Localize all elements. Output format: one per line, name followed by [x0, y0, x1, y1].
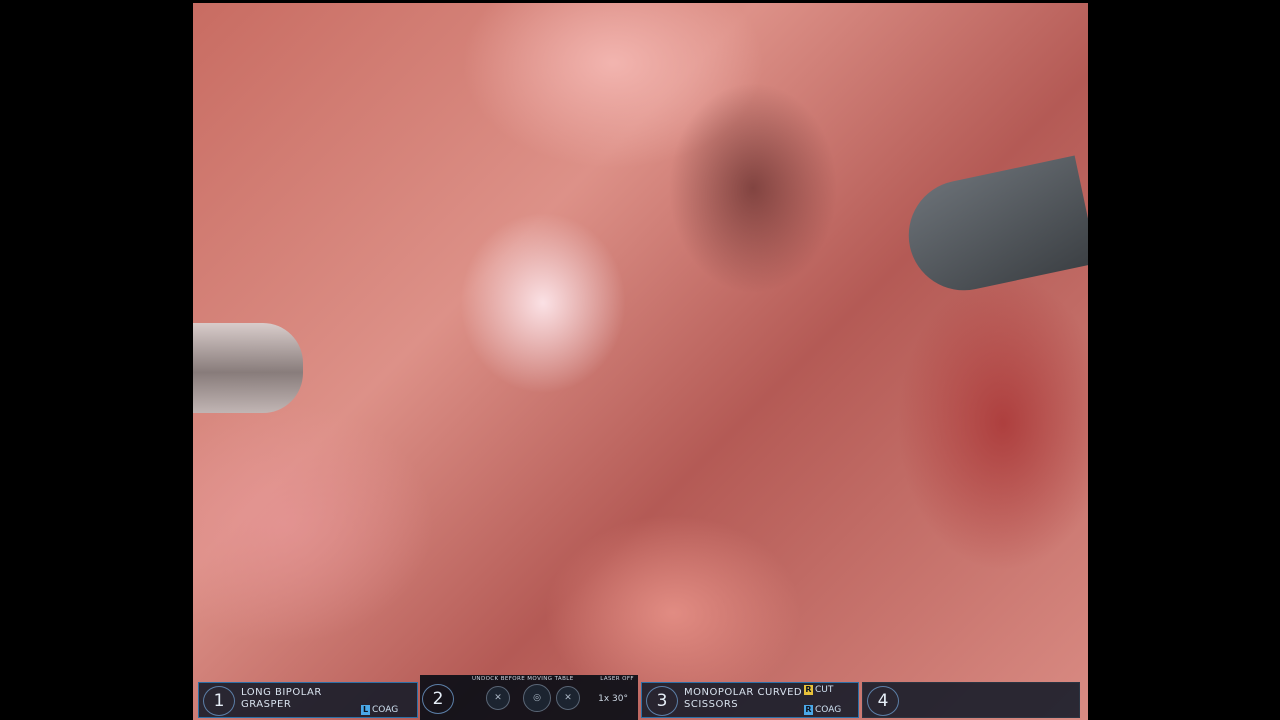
arm-2-number: 2: [422, 684, 454, 714]
arm-3-cut-label: CUT: [815, 685, 834, 695]
instrument-shaft-right: [898, 155, 1088, 301]
arm-1-label-line2: GRASPER: [241, 699, 292, 710]
undock-warning: UNDOCK BEFORE MOVING TABLE: [472, 676, 574, 682]
camera-scope-icon[interactable]: ◎: [523, 684, 551, 712]
laser-status: LASER OFF: [600, 676, 634, 682]
arm-1-coag-key: L: [361, 705, 370, 715]
arm-4-panel[interactable]: 4: [862, 682, 1080, 718]
zoom-angle-readout: 1x 30°: [598, 694, 628, 704]
x-right-icon[interactable]: ✕: [556, 686, 580, 710]
arm-1-instrument-label: LONG BIPOLAR GRASPER: [241, 687, 322, 711]
arm-3-label-line2: SCISSORS: [684, 699, 739, 710]
arm-1-label-line1: LONG BIPOLAR: [241, 687, 322, 698]
arm-4-number: 4: [867, 686, 899, 716]
arm-1-coag-indicator: L COAG: [361, 705, 398, 715]
arm-3-coag-key: R: [804, 705, 813, 715]
arm-3-instrument-label: MONOPOLAR CURVED SCISSORS: [684, 687, 802, 711]
arm-3-label-line1: MONOPOLAR CURVED: [684, 687, 803, 698]
arm-3-cut-key: R: [804, 685, 813, 695]
x-left-icon[interactable]: ✕: [486, 686, 510, 710]
instrument-tip-left: [193, 323, 303, 413]
endoscope-video-view: [193, 3, 1088, 720]
arm-1-number: 1: [203, 686, 235, 716]
arm-1-coag-label: COAG: [372, 705, 399, 715]
arm-3-cut-indicator: R CUT: [804, 685, 833, 695]
arm-3-coag-label: COAG: [815, 705, 842, 715]
arm-1-panel[interactable]: 1 LONG BIPOLAR GRASPER L COAG: [198, 682, 418, 718]
arm-2-panel[interactable]: 2 UNDOCK BEFORE MOVING TABLE LASER OFF ✕…: [420, 675, 638, 720]
arm-3-coag-indicator: R COAG: [804, 705, 841, 715]
arm-3-panel[interactable]: 3 MONOPOLAR CURVED SCISSORS R CUT R COAG: [641, 682, 859, 718]
arm-3-number: 3: [646, 686, 678, 716]
